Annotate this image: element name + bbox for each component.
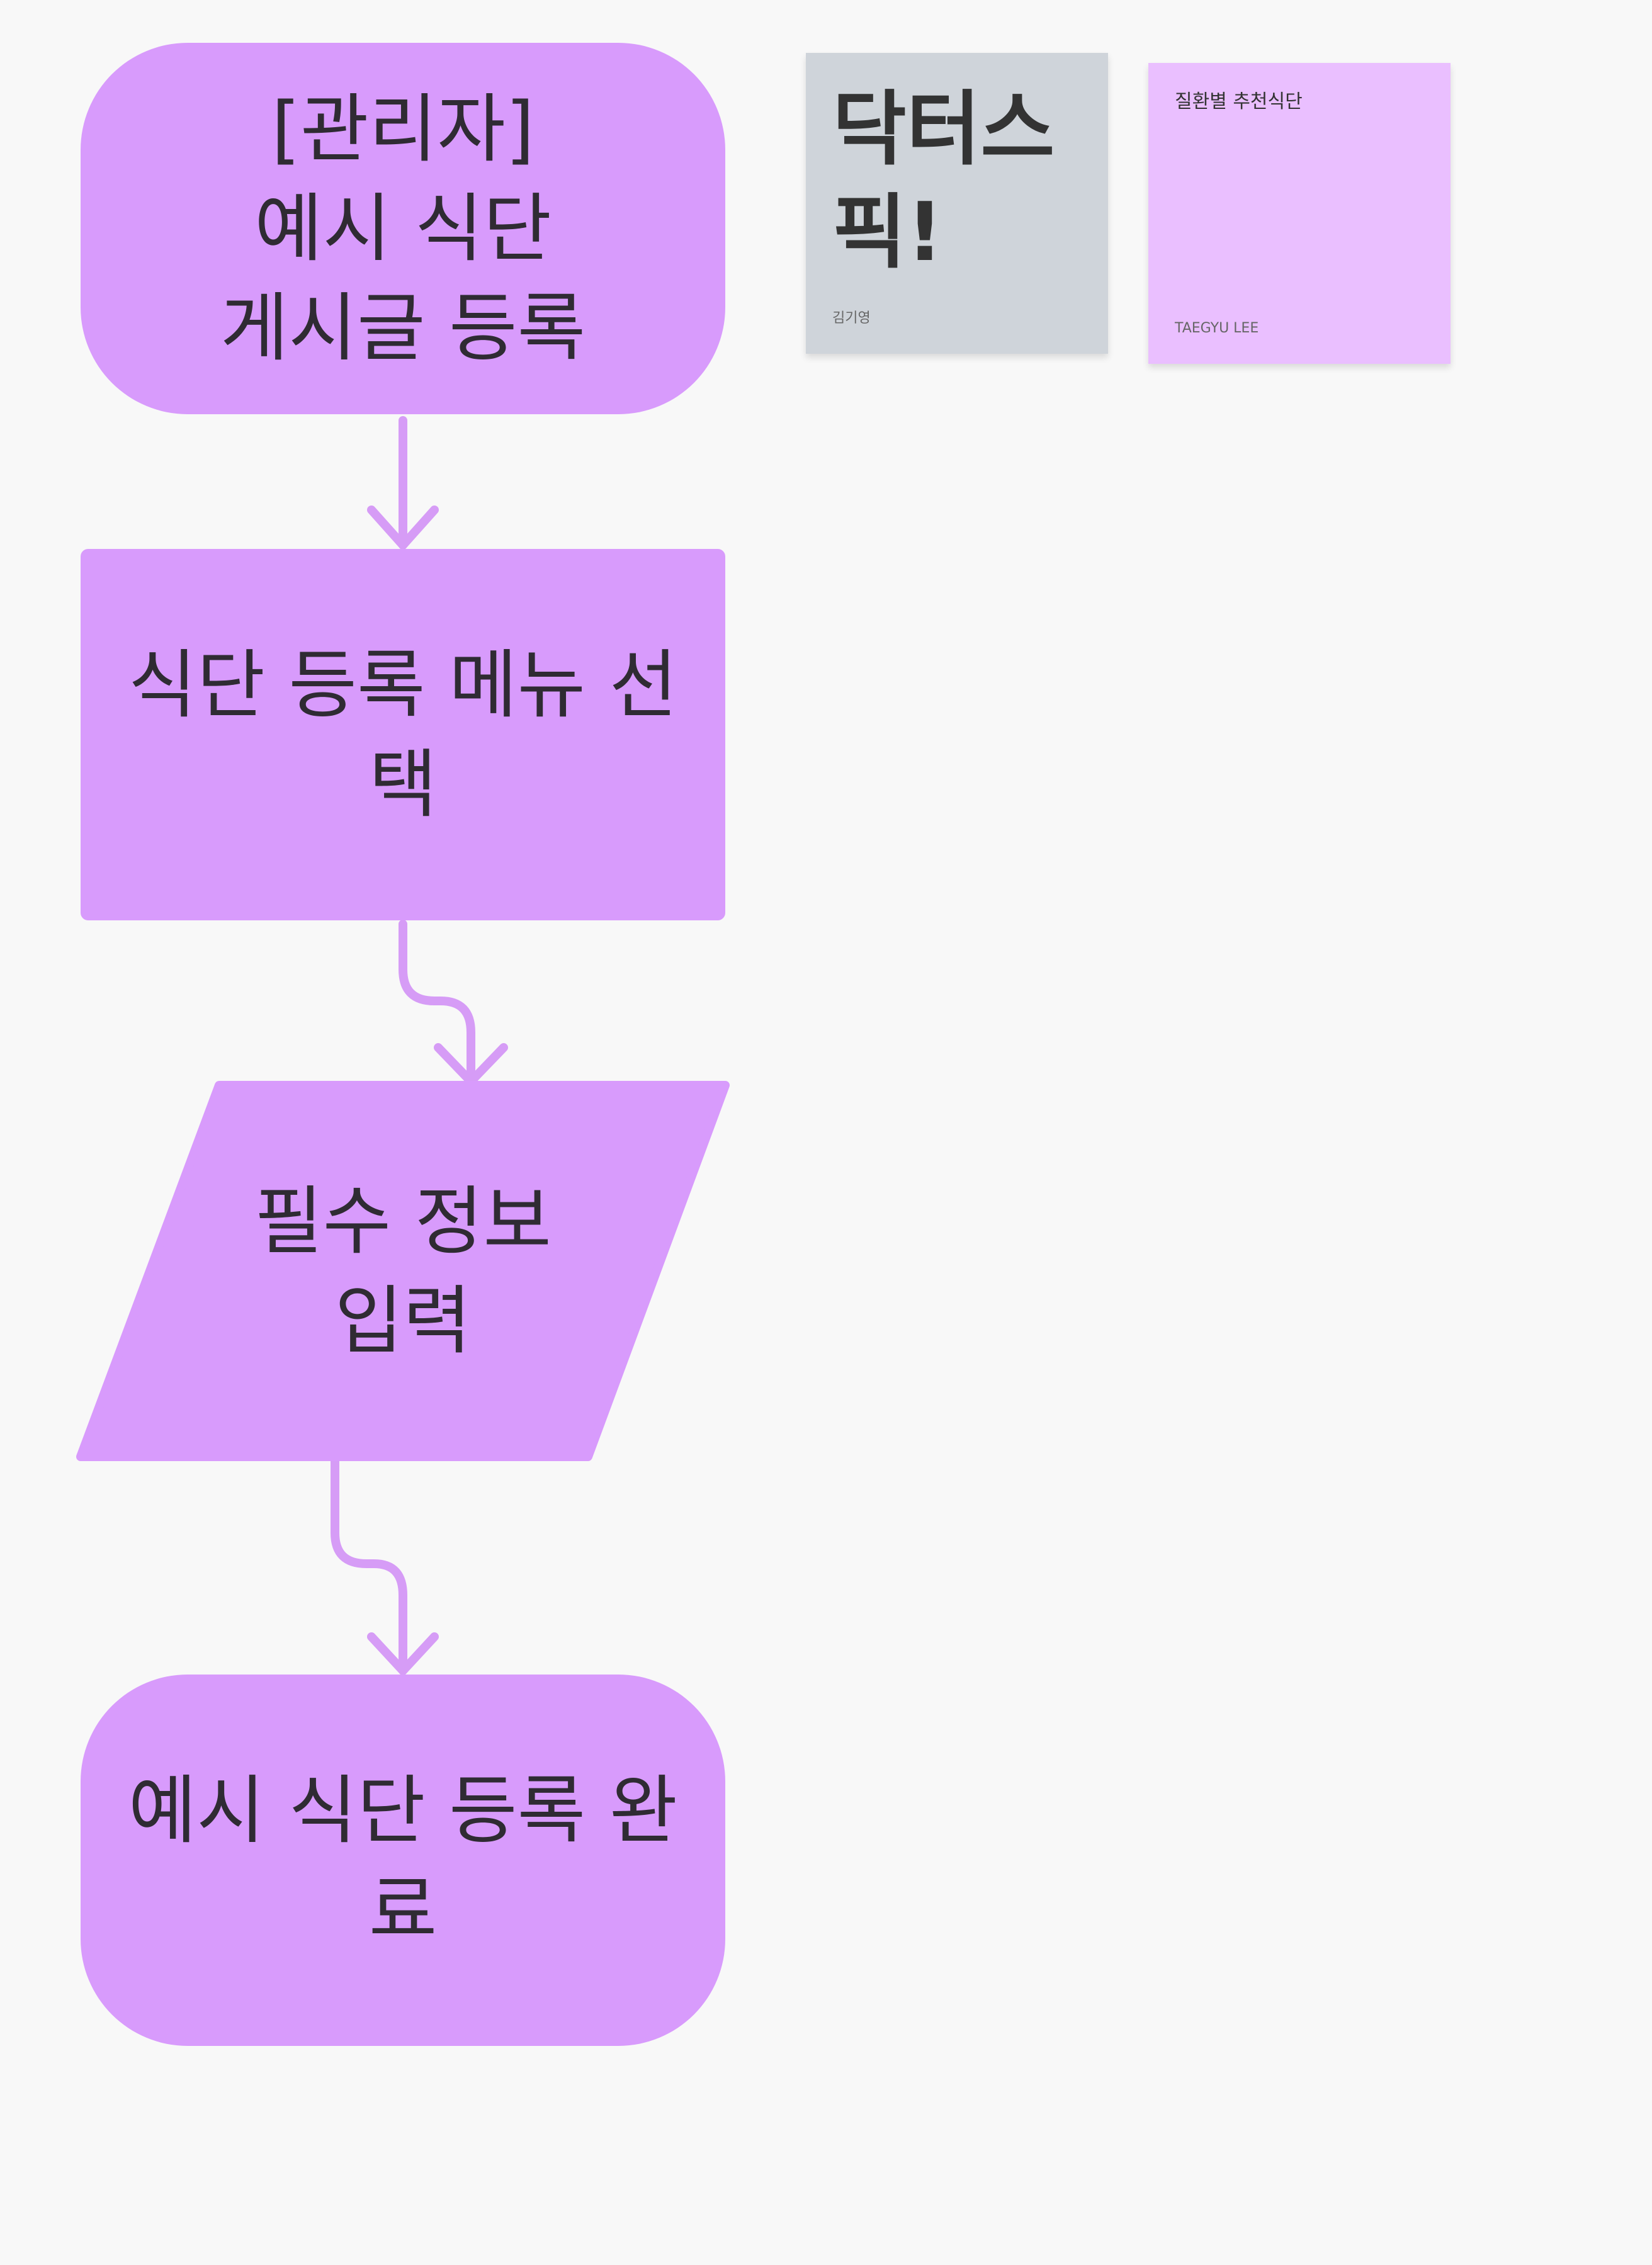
- flow-end-node[interactable]: 예시 식단 등록 완 료: [81, 1675, 725, 2046]
- sticky-note-doctors-pick[interactable]: 닥터스 픽! 김기영: [806, 53, 1108, 354]
- flow-menu-node[interactable]: 식단 등록 메뉴 선 택: [81, 549, 725, 920]
- flow-input-node[interactable]: 필수 정보 입력: [195, 1085, 611, 1457]
- sticky-note-text: 질환별 추천식단: [1175, 91, 1303, 113]
- flow-input-text: 필수 정보 입력: [254, 1178, 552, 1364]
- flow-start-node[interactable]: [관리자] 예시 식단 게시글 등록: [81, 43, 725, 414]
- whiteboard-canvas[interactable]: [관리자] 예시 식단 게시글 등록 식단 등록 메뉴 선 택 필수 정보 입력…: [0, 0, 1652, 2265]
- sticky-note-author: 김기영: [832, 310, 871, 326]
- sticky-note-text: 닥터스 픽!: [832, 82, 1055, 280]
- flow-start-text: [관리자] 예시 식단 게시글 등록: [220, 86, 586, 371]
- sticky-note-author: TAEGYU LEE: [1175, 320, 1259, 336]
- connector-menu-to-input[interactable]: [399, 920, 475, 1086]
- sticky-note-disease-diet[interactable]: 질환별 추천식단 TAEGYU LEE: [1148, 63, 1451, 364]
- flow-menu-text: 식단 등록 메뉴 선 택: [128, 641, 678, 828]
- flow-end-text: 예시 식단 등록 완 료: [128, 1767, 678, 1953]
